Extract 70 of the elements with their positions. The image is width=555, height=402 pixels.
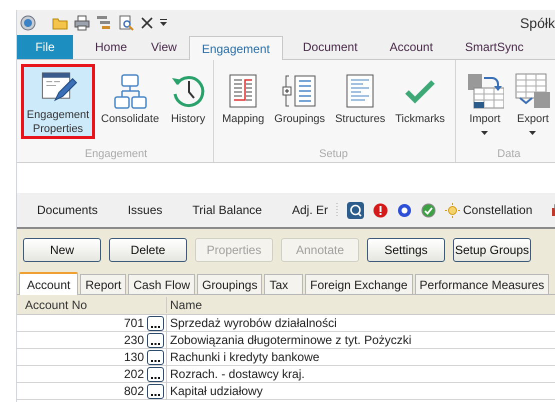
nav-link[interactable]: Issues [128,201,162,219]
ellipsis-icon [151,392,160,398]
printer-icon[interactable] [74,15,90,31]
ribbon-button[interactable]: Import [462,64,508,139]
alert-icon[interactable] [373,202,388,218]
export-icon [514,72,552,110]
ribbon-button[interactable]: Engagement Properties [21,64,95,139]
ribbon-tab[interactable]: Account [378,35,445,59]
ellipsis-button[interactable] [147,366,164,382]
column-header: Name [169,296,202,314]
nav-link[interactable]: Adj. Er [292,201,328,219]
column-header: Account No [17,296,167,312]
group-label: Engagement [84,146,148,162]
table-cell: Rachunki i kredyty bankowe [166,348,320,366]
table-cell-text: 802 [122,383,145,400]
constellation-link[interactable]: Constellation [463,201,532,219]
table-cell-text: 130 [122,349,145,366]
toolbar-button[interactable]: Setup Groups [453,238,531,262]
ribbon-button[interactable]: Groupings [270,64,330,139]
ellipsis-icon [151,342,160,346]
ribbon-button[interactable]: Mapping [218,64,268,139]
ellipsis-button[interactable] [147,350,164,364]
nav-link[interactable]: Documents [37,201,98,219]
close-icon[interactable] [140,16,154,30]
tab[interactable]: Account [19,272,78,295]
check-circle-icon[interactable] [421,202,436,218]
ellipsis-button[interactable] [147,384,164,398]
ribbon-button[interactable]: Export [510,64,555,139]
ribbon-tab[interactable]: SmartSync [452,35,536,59]
toolbar-button[interactable]: Delete [109,238,187,262]
tab[interactable]: Tax [264,274,304,294]
ellipsis-icon [151,376,160,380]
ribbon-tab[interactable]: Engagement [188,36,283,60]
group-label: Data [497,146,521,162]
table-cell-text: 230 [122,332,145,349]
toolbar-button[interactable]: New [23,238,101,262]
ellipsis-icon [151,324,160,330]
tab[interactable]: Report [80,274,126,294]
import-icon [466,72,504,110]
window-title: Spółk [520,14,555,33]
ellipsis-button[interactable] [147,316,164,330]
record-icon[interactable] [397,202,412,218]
ribbon-tab[interactable]: Document [290,35,370,59]
nav-link[interactable]: Trial Balance [192,201,262,219]
search-icon[interactable] [347,202,364,218]
file-tab[interactable]: File [17,35,73,59]
ribbon-button[interactable]: Consolidate [97,64,164,139]
table-cell: Rozrach. - dostawcy kraj. [166,365,305,383]
preview-icon[interactable] [118,15,134,31]
app-logo-icon[interactable] [20,15,36,31]
dropdown-icon[interactable] [160,18,167,28]
toolbar-button[interactable]: Settings [367,238,445,262]
ribbon-tab[interactable]: Home [83,35,140,59]
table-cell: Zobowiązania długoterminowe z tyt. Pożyczki [166,331,412,349]
tab[interactable]: Foreign Exchange [305,274,413,294]
ellipsis-icon [151,358,160,364]
ribbon-button[interactable]: Tickmarks [391,64,449,139]
tab[interactable]: Cash Flow [128,274,196,294]
group-label: Setup [319,146,348,162]
tab[interactable]: Performance Measures [414,274,550,294]
table-cell-text: 202 [122,366,145,383]
hierarchy-icon[interactable] [96,15,112,31]
ribbon-tab[interactable]: View [139,35,189,59]
ellipsis-button[interactable] [147,332,164,348]
ribbon-button[interactable]: History [165,64,212,139]
tab[interactable]: Groupings [197,274,262,294]
ribbon-button[interactable]: Structures [331,64,390,139]
table-cell: Sprzedaż wyrobów działalności [166,314,337,332]
table-cell-text: 701 [122,315,145,332]
table-cell: Kapitał udziałowy [166,382,263,400]
